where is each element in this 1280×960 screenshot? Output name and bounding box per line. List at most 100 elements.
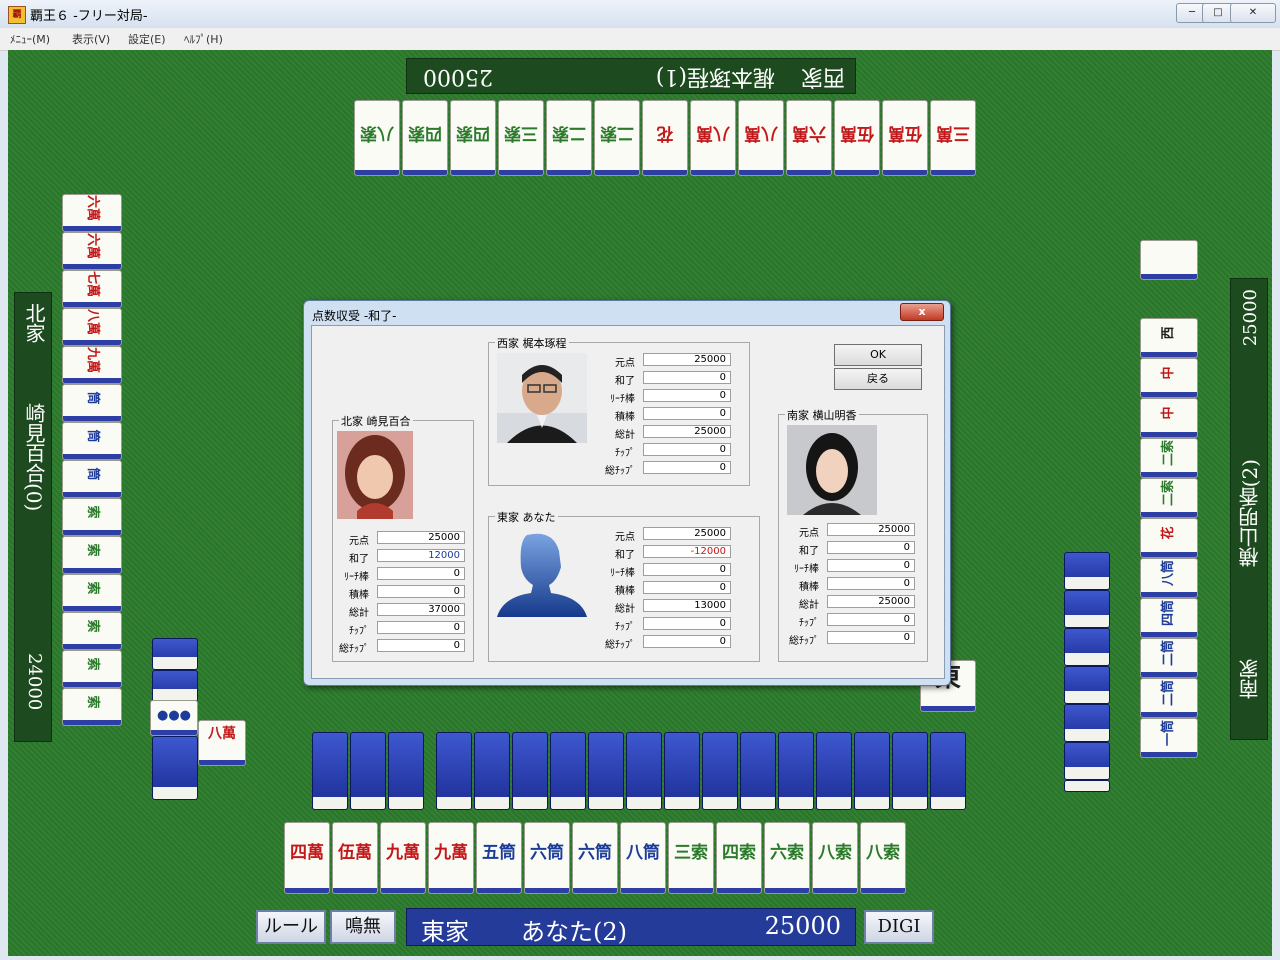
west-hand-tile: 八索 — [354, 100, 400, 176]
score-dialog: 点数収受 -和了- x 西家 梶本琢程 元点 25000 和了 0 ﾘｰﾁ棒 0 積棒 0 総計… — [303, 300, 951, 686]
dialog-body: 西家 梶本琢程 元点 25000 和了 0 ﾘｰﾁ棒 0 積棒 0 総計 25000 ﾁｯﾌﾟ 0 総ﾁ… — [311, 325, 945, 679]
rule-button[interactable]: ルール — [256, 910, 326, 944]
west-row-value: 0 — [643, 407, 731, 420]
south-group-label: 南家 横山明香 — [785, 407, 859, 423]
south-seat: 南家 — [1238, 659, 1262, 699]
north-row-label: ﾁｯﾌﾟ — [349, 626, 369, 637]
north-hand-tile: 六萬 — [62, 194, 122, 232]
east-row-value: 13000 — [643, 599, 731, 612]
east-score-row: 総ﾁｯﾌﾟ 0 — [599, 635, 735, 651]
east-hand-tile[interactable]: 六索 — [764, 822, 810, 894]
menu-settings[interactable]: 設定(E) — [128, 31, 166, 47]
west-row-value: 0 — [643, 389, 731, 402]
wall-tile — [778, 732, 814, 810]
north-hand-tile: 六萬 — [62, 232, 122, 270]
south-hand-tile: 四筒 — [1140, 598, 1198, 638]
wall-tile — [930, 732, 966, 810]
ok-button[interactable]: OK — [834, 344, 922, 366]
east-hand-tile[interactable]: 八索 — [812, 822, 858, 894]
back-button[interactable]: 戻る — [834, 368, 922, 390]
east-score-row: 和了 -12000 — [599, 545, 735, 561]
wall-tile — [854, 732, 890, 810]
south-hand-tile: 二筒 — [1140, 678, 1198, 718]
north-row-label: ﾘｰﾁ棒 — [344, 572, 369, 583]
west-name: 梶本琢程(1) — [655, 64, 775, 89]
menu-menu[interactable]: ﾒﾆｭｰ(M) — [10, 31, 50, 47]
east-hand-tile[interactable]: 九萬 — [428, 822, 474, 894]
close-button[interactable]: ✕ — [1230, 3, 1276, 23]
west-score-group: 西家 梶本琢程 元点 25000 和了 0 ﾘｰﾁ棒 0 積棒 0 総計 25000 ﾁｯﾌﾟ 0 総ﾁ… — [488, 335, 750, 486]
call-toggle-button[interactable]: 鳴無 — [330, 910, 396, 944]
north-row-value: 25000 — [377, 531, 465, 544]
south-hand-tile: 中 — [1140, 398, 1198, 438]
dialog-title: 点数収受 -和了- — [312, 309, 397, 323]
west-row-label: ﾘｰﾁ棒 — [610, 394, 635, 405]
west-hand-tile: 二索 — [594, 100, 640, 176]
east-row-label: 総計 — [615, 604, 635, 615]
east-nameplate: 東家 あなた(2) 25000 — [406, 908, 856, 946]
east-hand-tile[interactable]: 九萬 — [380, 822, 426, 894]
wall-tile — [740, 732, 776, 810]
north-hand-tile: 索 — [62, 612, 122, 650]
north-row-value: 0 — [377, 621, 465, 634]
south-hand-tile — [1140, 240, 1198, 280]
north-score-row: ﾁｯﾌﾟ 0 — [333, 621, 469, 637]
south-row-value: 0 — [827, 541, 915, 554]
west-player-photo — [497, 353, 587, 443]
south-hand-tile: 中 — [1140, 358, 1198, 398]
south-score-row: 積棒 0 — [783, 577, 919, 593]
wall-tile — [550, 732, 586, 810]
east-hand-tile[interactable]: 六筒 — [524, 822, 570, 894]
window-title: 覇王６ -フリー対局- — [30, 9, 148, 24]
digi-button[interactable]: DIGI — [864, 910, 934, 944]
east-hand-tile[interactable]: 三索 — [668, 822, 714, 894]
west-hand-tile: 三索 — [498, 100, 544, 176]
south-hand-tile: 一筒 — [1140, 718, 1198, 758]
north-seat: 北家 — [22, 303, 46, 343]
west-row-value: 25000 — [643, 425, 731, 438]
west-row-value: 0 — [643, 461, 731, 474]
east-score-row: ﾘｰﾁ棒 0 — [599, 563, 735, 579]
north-hand-tile: 索 — [62, 688, 122, 726]
wall-tile — [350, 732, 386, 810]
north-score-row: 積棒 0 — [333, 585, 469, 601]
east-hand-tile[interactable]: 六筒 — [572, 822, 618, 894]
north-score: 24000 — [24, 653, 45, 711]
menu-view[interactable]: 表示(V) — [72, 31, 110, 47]
east-row-value: -12000 — [643, 545, 731, 558]
west-row-value: 25000 — [643, 353, 731, 366]
east-group-label: 東家 あなた — [495, 509, 558, 525]
east-player-silhouette — [497, 527, 587, 617]
north-hand-tile: 索 — [62, 498, 122, 536]
east-hand-tile[interactable]: 八索 — [860, 822, 906, 894]
wall-tile — [892, 732, 928, 810]
west-row-label: 元点 — [615, 358, 635, 369]
north-hand-tile: 筒 — [62, 460, 122, 498]
west-hand-tile: 八萬 — [690, 100, 736, 176]
east-hand-tile[interactable]: 八筒 — [620, 822, 666, 894]
east-hand-tile[interactable]: 伍萬 — [332, 822, 378, 894]
east-hand-tile[interactable]: 四萬 — [284, 822, 330, 894]
west-hand-tile: 八萬 — [738, 100, 784, 176]
east-score: 25000 — [764, 912, 841, 940]
south-score-row: 元点 25000 — [783, 523, 919, 539]
menu-help[interactable]: ﾍﾙﾌﾟ(H) — [184, 31, 223, 47]
south-row-value: 0 — [827, 613, 915, 626]
north-name: 崎見百合(0) — [22, 403, 46, 512]
dialog-close-button[interactable]: x — [900, 303, 944, 321]
east-hand-tile[interactable]: 四索 — [716, 822, 762, 894]
south-row-value: 25000 — [827, 523, 915, 536]
south-hand-tile: 二索 — [1140, 478, 1198, 518]
east-row-label: 積棒 — [615, 586, 635, 597]
north-row-value: 12000 — [377, 549, 465, 562]
wall-tile — [512, 732, 548, 810]
west-score-row: ﾘｰﾁ棒 0 — [599, 389, 735, 405]
east-row-label: ﾘｰﾁ棒 — [610, 568, 635, 579]
south-score-row: ﾁｯﾌﾟ 0 — [783, 613, 919, 629]
east-hand-tile[interactable]: 五筒 — [476, 822, 522, 894]
west-nameplate: 西家 梶本琢程(1) 25000 — [406, 58, 856, 94]
wall-tile — [1064, 704, 1110, 742]
west-seat: 西家 — [800, 64, 845, 89]
app-icon: 覇 — [8, 6, 26, 24]
wall-tile — [436, 732, 472, 810]
